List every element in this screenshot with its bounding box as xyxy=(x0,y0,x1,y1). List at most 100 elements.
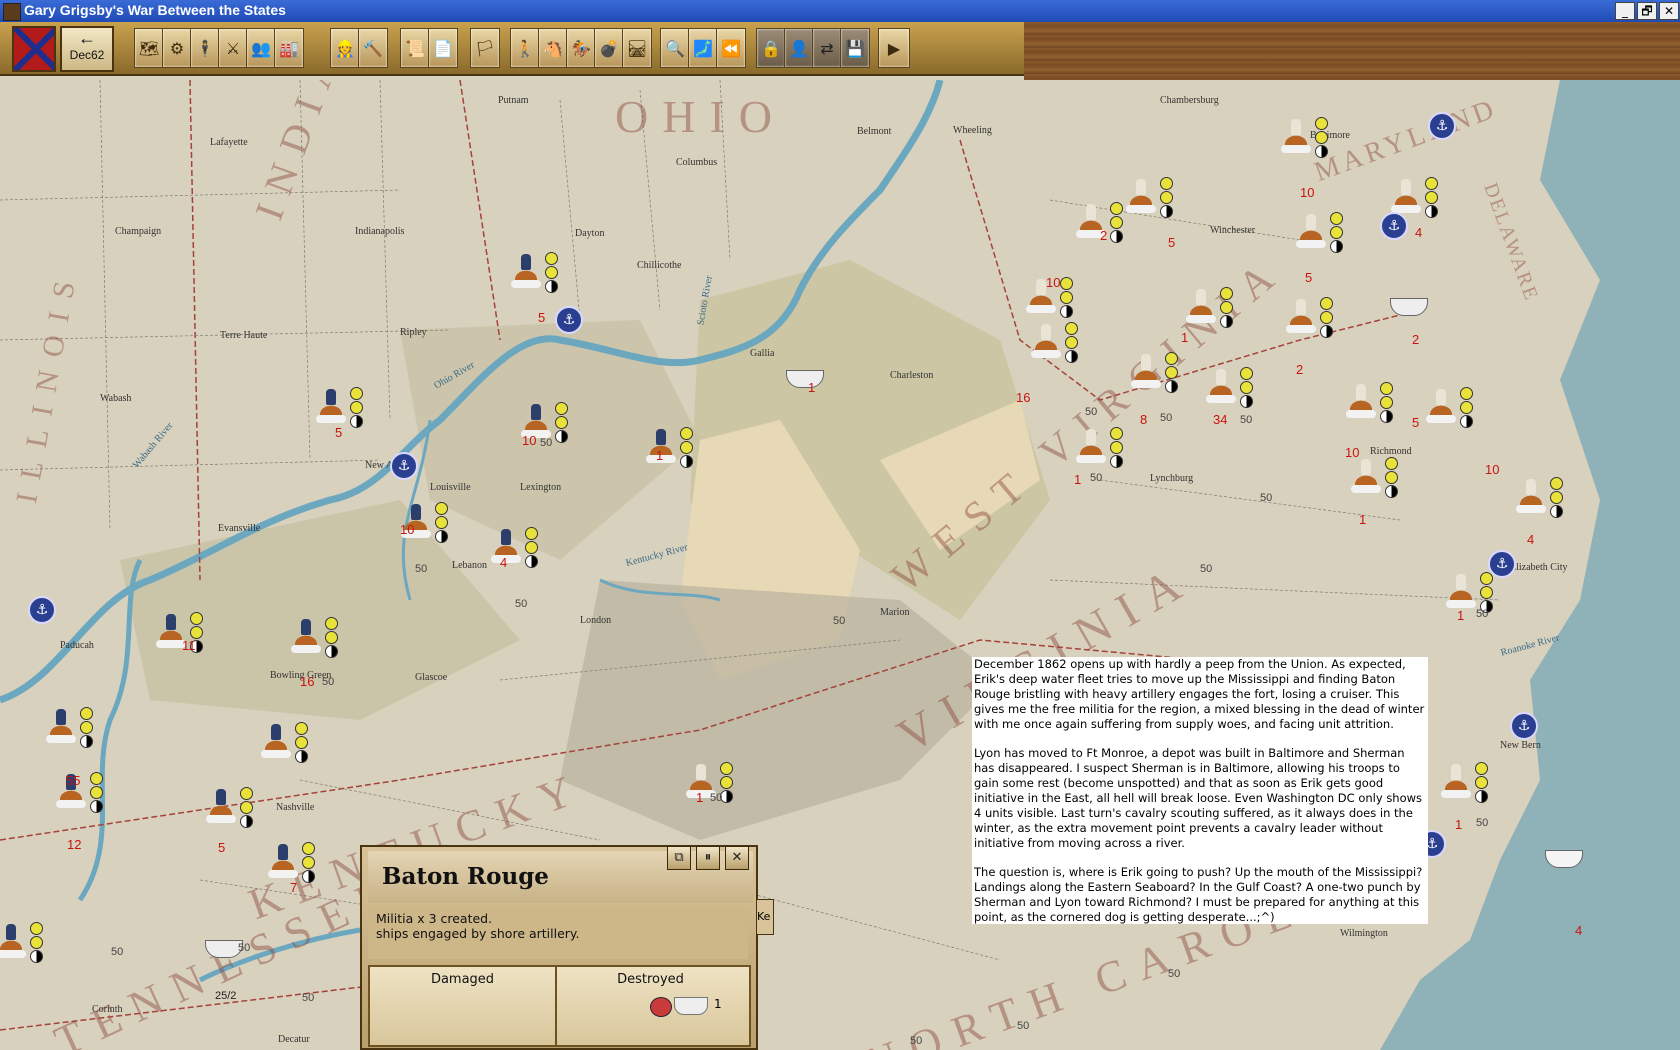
leader-icon[interactable]: 🕴 xyxy=(190,28,220,68)
scroll-icon[interactable]: 📜 xyxy=(400,28,430,68)
army-unit-stack[interactable] xyxy=(1345,455,1398,501)
army-unit-stack[interactable] xyxy=(505,250,558,296)
corps-badge-icon xyxy=(302,856,315,869)
army-unit-stack[interactable] xyxy=(1280,295,1333,341)
city-label: Lexington xyxy=(520,482,562,493)
unit-strength: 5 xyxy=(1412,415,1420,430)
unit-strength: 2 xyxy=(1100,228,1108,243)
army-unit-stack[interactable] xyxy=(285,615,338,661)
army-unit-stack[interactable] xyxy=(1420,385,1473,431)
end-turn-icon[interactable]: ▶ xyxy=(878,28,910,68)
naval-base-anchor-icon[interactable]: ⚓ xyxy=(390,452,418,480)
corps-badge-icon xyxy=(90,772,103,785)
naval-base-anchor-icon[interactable]: ⚓ xyxy=(1428,112,1456,140)
cannon-icon[interactable]: 💣 xyxy=(594,28,624,68)
army-unit-stack[interactable] xyxy=(1435,760,1488,806)
corps-badge-icon xyxy=(1240,367,1253,380)
rewind-icon[interactable]: ⏪ xyxy=(716,28,746,68)
artillery-icon[interactable]: ⚔ xyxy=(218,28,248,68)
army-unit-stack[interactable] xyxy=(1025,320,1078,366)
unit-strength: 1 xyxy=(1181,330,1189,345)
map-icon[interactable]: 🗺 xyxy=(134,28,164,68)
city-label: Marion xyxy=(880,607,910,618)
naval-base-anchor-icon[interactable]: ⚓ xyxy=(1510,712,1538,740)
save-icon[interactable]: 💾 xyxy=(840,28,870,68)
army-unit-stack[interactable] xyxy=(1200,365,1253,411)
close-popup-button[interactable]: ✕ xyxy=(725,846,749,870)
supply-value: 50 xyxy=(540,437,553,449)
soldier-icon xyxy=(1196,289,1206,305)
soldier-icon xyxy=(521,254,531,270)
naval-base-anchor-icon[interactable]: ⚓ xyxy=(1488,550,1516,578)
naval-base-anchor-icon[interactable]: ⚓ xyxy=(1380,212,1408,240)
corps-badge-icon xyxy=(350,387,363,400)
army-unit-stack[interactable] xyxy=(1290,210,1343,256)
unit-strength: 55 xyxy=(66,773,81,788)
army-unit-stack[interactable] xyxy=(1070,200,1123,246)
note-paragraph: The question is, where is Erik going to … xyxy=(974,865,1423,924)
army-unit-stack[interactable] xyxy=(1125,350,1178,396)
army-unit-stack[interactable] xyxy=(310,385,363,431)
city-label: Indianapolis xyxy=(355,226,405,237)
minimize-button[interactable]: _ xyxy=(1615,2,1635,20)
close-button[interactable]: ✕ xyxy=(1659,2,1679,20)
hammer-icon[interactable]: 🔨 xyxy=(358,28,388,68)
corps-badge-icon xyxy=(1315,131,1328,144)
corps-badge-icon xyxy=(302,842,315,855)
naval-base-anchor-icon[interactable]: ⚓ xyxy=(28,596,56,624)
lock-icon[interactable]: 🔒 xyxy=(756,28,786,68)
army-unit-stack[interactable] xyxy=(40,705,93,751)
soldier-icon xyxy=(6,924,16,940)
cavalry-icon[interactable]: 🏇 xyxy=(566,28,596,68)
copy-window-icon[interactable]: ⧉ xyxy=(667,846,691,870)
restore-button[interactable]: 🗗 xyxy=(1637,2,1657,20)
corps-badge-icon xyxy=(1550,491,1563,504)
magnifier-icon[interactable]: 🔍 xyxy=(660,28,690,68)
report-icon[interactable]: 📄 xyxy=(428,28,458,68)
generals-icon[interactable]: 👥 xyxy=(246,28,276,68)
pause-icon[interactable]: ⏸ xyxy=(696,846,720,870)
supply-status-icon xyxy=(1160,205,1173,218)
army-unit-stack[interactable] xyxy=(1340,380,1393,426)
wagon-icon[interactable]: 🐴 xyxy=(538,28,568,68)
turn-date: Dec62 xyxy=(69,48,105,62)
supply-value: 50 xyxy=(322,676,335,688)
corps-badge-icon xyxy=(525,541,538,554)
railroad-icon[interactable]: 🛤 xyxy=(622,28,652,68)
naval-base-anchor-icon[interactable]: ⚓ xyxy=(555,306,583,334)
confederate-flag-icon[interactable] xyxy=(12,26,56,72)
union-flag-icon[interactable]: 🏳 xyxy=(470,28,500,68)
union-flag-icon xyxy=(650,997,672,1017)
production-icon[interactable]: ⚙ xyxy=(162,28,192,68)
corps-badge-icon xyxy=(1320,311,1333,324)
factory-icon[interactable]: 🏭 xyxy=(274,28,304,68)
supply-status-icon xyxy=(80,735,93,748)
army-unit-stack[interactable] xyxy=(255,720,308,766)
city-label: Champaign xyxy=(115,226,162,237)
infantry-icon[interactable]: 🚶 xyxy=(510,28,540,68)
overview-map-icon[interactable]: 🗾 xyxy=(688,28,718,68)
army-unit-stack[interactable] xyxy=(1120,175,1173,221)
city-label: London xyxy=(580,615,612,626)
army-unit-stack[interactable] xyxy=(0,920,43,966)
corps-badge-icon xyxy=(525,527,538,540)
person-icon[interactable]: 👤 xyxy=(784,28,814,68)
workers-icon[interactable]: 👷 xyxy=(330,28,360,68)
popup-side-tab[interactable]: Ke xyxy=(756,899,774,935)
strategic-map[interactable]: OHIO INDIANA KENTUCKY VIRGINIA WEST VIRG… xyxy=(0,80,1680,1050)
army-unit-stack[interactable] xyxy=(1180,285,1233,331)
popup-message: Militia x 3 created. ships engaged by sh… xyxy=(368,907,748,959)
army-unit-stack[interactable] xyxy=(200,785,253,831)
corps-badge-icon xyxy=(1380,396,1393,409)
army-unit-stack[interactable] xyxy=(1275,115,1328,161)
army-unit-stack[interactable] xyxy=(262,840,315,886)
soldier-icon xyxy=(1216,369,1226,385)
window-title: Gary Grigsby's War Between the States xyxy=(24,2,286,18)
supply-value: 50 xyxy=(1200,563,1213,575)
turn-date-button[interactable]: ← Dec62 xyxy=(60,26,114,72)
city-label: Winchester xyxy=(1210,225,1256,236)
army-unit-stack[interactable] xyxy=(1070,425,1123,471)
corps-badge-icon xyxy=(325,617,338,630)
army-unit-stack[interactable] xyxy=(1510,475,1563,521)
transfer-icon[interactable]: ⇄ xyxy=(812,28,842,68)
